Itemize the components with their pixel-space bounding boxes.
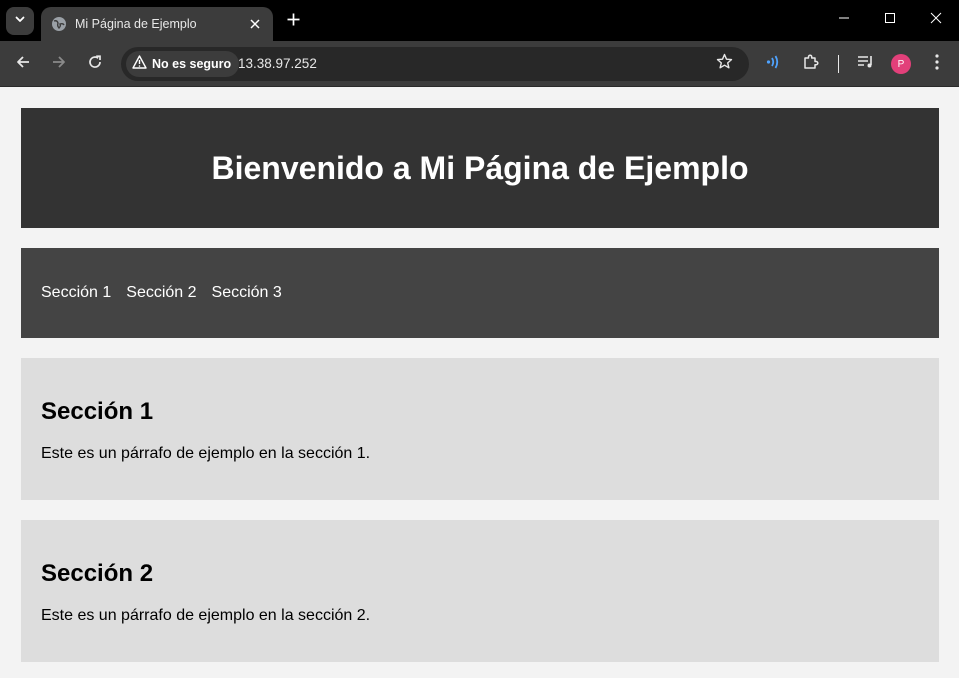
nav-link-seccion-2[interactable]: Sección 2 <box>126 284 196 302</box>
browser-menu-button[interactable] <box>926 53 948 75</box>
playlist-icon <box>857 54 875 75</box>
plus-icon <box>287 13 300 31</box>
url-text[interactable]: 13.38.97.252 <box>238 56 317 71</box>
minimize-button[interactable] <box>821 6 867 34</box>
back-button[interactable] <box>9 50 37 78</box>
tab-search-button[interactable] <box>6 7 34 35</box>
media-controls-button[interactable] <box>855 53 877 75</box>
puzzle-icon <box>802 53 820 76</box>
browser-tab-active[interactable]: Mi Página de Ejemplo <box>41 7 273 41</box>
more-vert-icon <box>935 53 939 75</box>
browser-titlebar: Mi Página de Ejemplo <box>0 0 959 41</box>
maximize-icon <box>884 11 896 29</box>
reload-button[interactable] <box>81 50 109 78</box>
cast-button[interactable] <box>763 53 785 75</box>
section-paragraph: Este es un párrafo de ejemplo en la secc… <box>41 445 371 462</box>
page-viewport: Bienvenido a Mi Página de Ejemplo Secció… <box>0 88 959 678</box>
section-2: Sección 2 Este es un párrafo de ejemplo … <box>21 520 939 662</box>
nav-link-seccion-3[interactable]: Sección 3 <box>212 284 282 302</box>
minimize-icon <box>838 11 850 29</box>
section-paragraph: Este es un párrafo de ejemplo en la secc… <box>41 607 371 624</box>
security-indicator[interactable]: No es seguro <box>126 51 240 77</box>
new-tab-button[interactable] <box>282 11 304 33</box>
toolbar-divider <box>838 55 839 73</box>
warning-icon <box>132 54 147 74</box>
page-header: Bienvenido a Mi Página de Ejemplo <box>21 108 939 228</box>
browser-toolbar: No es seguro 13.38.97.252 P <box>0 41 959 87</box>
address-bar[interactable]: No es seguro 13.38.97.252 <box>121 47 749 81</box>
bookmark-button[interactable] <box>713 53 735 75</box>
maximize-button[interactable] <box>867 6 913 34</box>
extensions-button[interactable] <box>800 53 822 75</box>
profile-avatar[interactable]: P <box>891 54 911 74</box>
broadcast-icon <box>765 54 783 75</box>
page-title: Bienvenido a Mi Página de Ejemplo <box>211 149 749 186</box>
star-icon <box>716 53 733 75</box>
reload-icon <box>87 54 103 75</box>
tab-title: Mi Página de Ejemplo <box>75 17 197 31</box>
section-heading: Sección 2 <box>41 560 154 587</box>
security-label: No es seguro <box>152 57 232 71</box>
page-nav: Sección 1 Sección 2 Sección 3 <box>21 248 939 338</box>
forward-button[interactable] <box>45 50 73 78</box>
arrow-right-icon <box>51 54 67 75</box>
globe-icon <box>51 16 67 32</box>
close-tab-icon[interactable] <box>247 16 263 32</box>
close-window-button[interactable] <box>913 6 959 34</box>
section-1: Sección 1 Este es un párrafo de ejemplo … <box>21 358 939 500</box>
nav-link-seccion-1[interactable]: Sección 1 <box>41 284 111 302</box>
close-icon <box>930 11 942 29</box>
arrow-left-icon <box>15 54 31 75</box>
chevron-down-icon <box>14 12 26 30</box>
section-heading: Sección 1 <box>41 398 154 425</box>
